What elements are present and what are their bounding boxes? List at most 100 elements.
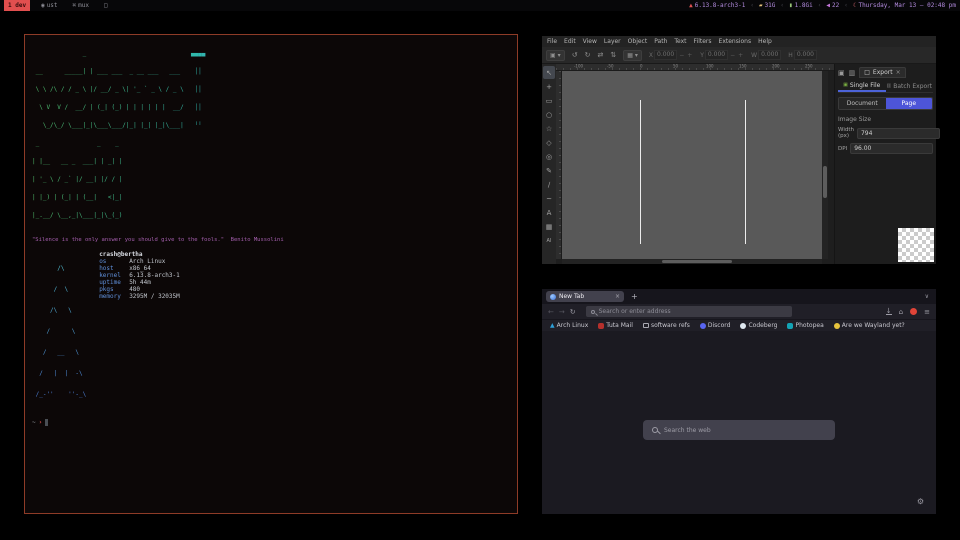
shell-prompt[interactable]: ~ › xyxy=(32,419,510,426)
menu-icon[interactable]: ≡ xyxy=(924,308,930,316)
field-value[interactable]: 0.000 xyxy=(758,50,781,60)
bookmark-tuta-mail[interactable]: Tuta Mail xyxy=(598,322,633,329)
node-tool[interactable]: + xyxy=(543,80,555,93)
forward-icon[interactable]: → xyxy=(559,308,565,316)
menu-filters[interactable]: Filters xyxy=(694,38,712,45)
menu-help[interactable]: Help xyxy=(758,38,772,45)
new-tab-button[interactable]: + xyxy=(631,292,638,301)
folder-icon xyxy=(643,323,649,328)
bookmark-software-refs[interactable]: software refs xyxy=(643,322,690,329)
layers-icon[interactable]: ▥ xyxy=(849,69,856,77)
fetch-value: Arch Linux xyxy=(129,258,165,265)
gear-icon[interactable]: ⚙ xyxy=(917,497,924,506)
pencil-tool[interactable]: ✎ xyxy=(543,164,555,177)
web-search-input[interactable] xyxy=(664,427,826,434)
reload-icon[interactable]: ↻ xyxy=(570,308,576,316)
field-value[interactable]: 0.000 xyxy=(705,50,728,60)
image-size-heading: Image Size xyxy=(838,116,933,123)
fetch-label: uptime xyxy=(99,279,129,286)
width-field[interactable]: W 0.000 xyxy=(751,50,781,60)
dpi-input[interactable] xyxy=(850,143,933,154)
text-tool[interactable]: A xyxy=(543,206,555,219)
fill-stroke-icon[interactable]: ▣ xyxy=(838,69,845,77)
height-field[interactable]: H 0.000 xyxy=(788,50,817,60)
close-icon[interactable]: × xyxy=(615,293,620,300)
terminal-window[interactable]: _ ▄▄▄▄ __ _____| | ___ ___ _ __ ___ ___ … xyxy=(24,34,518,514)
arch-icon: ▲ xyxy=(689,2,693,9)
selection-mode-dropdown[interactable]: ▣ ▾ xyxy=(546,50,565,61)
fetch-value: x86_64 xyxy=(129,265,151,272)
canvas-vertical-scrollbar[interactable] xyxy=(822,71,828,259)
chevron-down-icon: ▾ xyxy=(635,52,638,59)
flip-horizontal-icon[interactable]: ⇄ xyxy=(597,51,603,59)
menu-layer[interactable]: Layer xyxy=(604,38,621,45)
width-input[interactable] xyxy=(857,128,940,139)
menu-edit[interactable]: Edit xyxy=(564,38,576,45)
ellipse-tool[interactable]: ○ xyxy=(543,108,555,121)
workspace-ust[interactable]: ◉ ust xyxy=(37,0,61,11)
stepper-minus[interactable]: − xyxy=(729,52,736,59)
adblocker-extension-icon[interactable] xyxy=(910,308,917,315)
menu-text[interactable]: Text xyxy=(674,38,686,45)
field-value[interactable]: 0.000 xyxy=(654,50,677,60)
gradient-tool[interactable]: ▦ xyxy=(543,220,555,233)
list-tabs-chevron-icon[interactable]: ∨ xyxy=(925,293,929,300)
address-bar[interactable] xyxy=(586,306,792,317)
spiral-tool[interactable]: ◎ xyxy=(543,150,555,163)
tab-batch-export[interactable]: ▥ Batch Export xyxy=(886,80,934,92)
status-modules: ▲ 6.13.8-arch3-1 ‹ ▰ 31G ‹ ▮ 1.8Gi ‹ ◀ 2… xyxy=(689,2,956,9)
tab-new-tab[interactable]: New Tab × xyxy=(546,291,624,302)
bookmark-discord[interactable]: Discord xyxy=(700,322,731,329)
bookmark-photopea[interactable]: Photopea xyxy=(787,322,823,329)
download-icon[interactable]: ↓ xyxy=(886,308,892,315)
canvas-horizontal-scrollbar[interactable] xyxy=(562,259,822,264)
x-coordinate-field[interactable]: X 0.000 − + xyxy=(649,50,693,60)
stepper-minus[interactable]: − xyxy=(678,52,685,59)
browser-window[interactable]: New Tab × + ∨ ← → ↻ ↓ ⌂ ≡ ▲ Arch Linux T… xyxy=(542,289,936,514)
ruler-tick: 200 xyxy=(772,64,780,69)
bookmark-codeberg[interactable]: Codeberg xyxy=(740,322,777,329)
menu-extensions[interactable]: Extensions xyxy=(719,38,752,45)
separator: ‹ xyxy=(780,2,784,9)
rotate-ccw-icon[interactable]: ↺ xyxy=(572,51,578,59)
web-search-box[interactable] xyxy=(643,420,835,440)
field-value[interactable]: 0.000 xyxy=(794,50,817,60)
fetch-row: hostx86_64 xyxy=(99,265,180,272)
workspace-dev[interactable]: 1 dev xyxy=(4,0,30,11)
star-tool[interactable]: ☆ xyxy=(543,122,555,135)
pen-tool[interactable]: ∕ xyxy=(543,178,555,191)
document-button[interactable]: Document xyxy=(839,98,886,109)
bookmark-label: Tuta Mail xyxy=(606,322,633,329)
menu-object[interactable]: Object xyxy=(628,38,648,45)
tab-single-file[interactable]: ▣ Single File xyxy=(838,80,886,92)
rotate-cw-icon[interactable]: ↻ xyxy=(585,51,591,59)
calligraphy-tool[interactable]: ~ xyxy=(543,192,555,205)
selector-tool[interactable]: ↖ xyxy=(543,66,555,79)
workspace-empty[interactable]: □ xyxy=(100,0,112,11)
stepper-plus[interactable]: + xyxy=(686,52,693,59)
flip-vertical-icon[interactable]: ⇅ xyxy=(610,51,616,59)
drawing-canvas[interactable] xyxy=(562,71,822,259)
rect-tool[interactable]: ▭ xyxy=(543,94,555,107)
scrollbar-thumb[interactable] xyxy=(823,166,827,198)
close-icon[interactable]: × xyxy=(896,69,901,76)
box3d-tool[interactable]: ◇ xyxy=(543,136,555,149)
snap-dropdown[interactable]: ▦ ▾ xyxy=(623,50,642,61)
new-tab-page: ⚙ xyxy=(542,331,936,514)
menu-file[interactable]: File xyxy=(547,38,557,45)
bookmark-arch-linux[interactable]: ▲ Arch Linux xyxy=(550,322,588,329)
scrollbar-thumb[interactable] xyxy=(662,260,732,263)
inkscape-window[interactable]: File Edit View Layer Object Path Text Fi… xyxy=(542,36,936,264)
home-icon[interactable]: ⌂ xyxy=(899,308,903,316)
stepper-plus[interactable]: + xyxy=(737,52,744,59)
workspace-mux[interactable]: ⌘ mux xyxy=(69,0,93,11)
page-button[interactable]: Page xyxy=(886,98,933,109)
export-dock-tab[interactable]: □ Export × xyxy=(859,67,905,78)
bookmark-wayland[interactable]: Are we Wayland yet? xyxy=(834,322,905,329)
menu-view[interactable]: View xyxy=(583,38,597,45)
menu-path[interactable]: Path xyxy=(654,38,667,45)
address-input[interactable] xyxy=(599,308,787,315)
back-icon[interactable]: ← xyxy=(548,308,554,316)
y-coordinate-field[interactable]: Y 0.000 − + xyxy=(700,50,744,60)
ai-tool[interactable]: AI xyxy=(543,234,555,247)
